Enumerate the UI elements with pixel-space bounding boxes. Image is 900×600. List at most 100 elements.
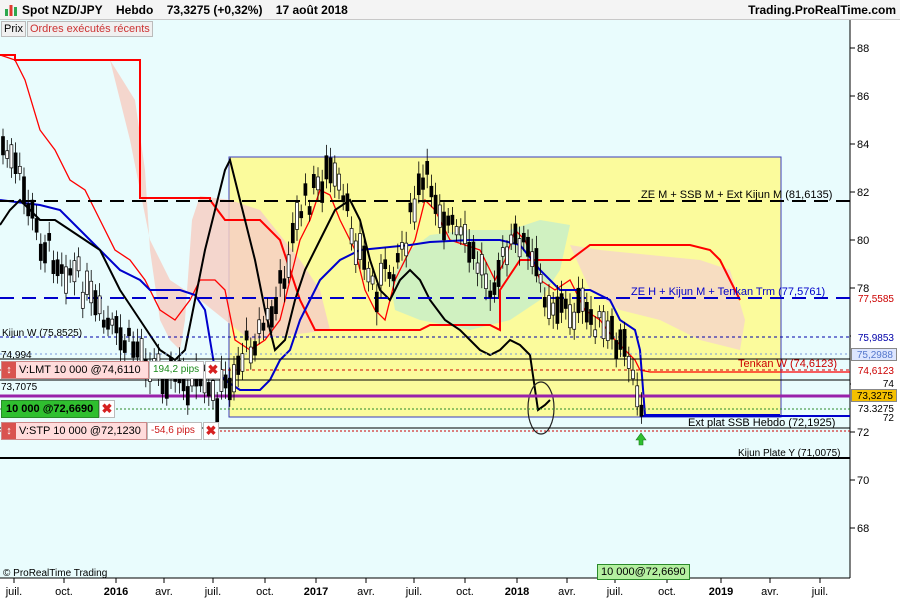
candle-body (211, 380, 215, 401)
candle-body (185, 386, 190, 406)
candle-body (358, 233, 362, 260)
candle-body (223, 374, 228, 389)
candle-body (30, 199, 35, 219)
title-bar: Spot NZD/JPY Hebdo 73,3275 (+0,32%) 17 a… (0, 0, 900, 20)
y-tick-label: 84 (857, 139, 869, 151)
candle-body (605, 320, 610, 341)
candle-body (236, 355, 241, 375)
candle-body (614, 340, 619, 359)
candle-body (547, 295, 551, 319)
candle-body (568, 304, 572, 329)
candle-body (593, 329, 598, 337)
candle-body (526, 236, 530, 257)
candle-body (534, 248, 539, 277)
candle-body (22, 176, 26, 205)
chart-app-icon (5, 5, 17, 16)
candle-body (433, 194, 438, 214)
candle-body (631, 369, 635, 380)
close-position-close-icon[interactable]: ✖ (99, 400, 115, 418)
candle-body (164, 377, 169, 399)
candle-body (47, 233, 52, 241)
candle-body (257, 319, 262, 334)
candle-body (408, 202, 413, 213)
order-drag-icon[interactable]: ↕ (2, 423, 16, 439)
candle-body (505, 246, 509, 266)
candle-body (278, 270, 283, 284)
candle-body (601, 311, 606, 340)
candle-body (286, 254, 291, 278)
candle-body (412, 198, 417, 223)
candle-body (337, 173, 341, 191)
candle-body (299, 211, 304, 219)
candle-body (1, 136, 5, 156)
x-tick-label: avr. (558, 586, 576, 598)
candle-body (559, 293, 564, 313)
candle-body (311, 174, 316, 188)
candle-body (215, 398, 220, 423)
x-tick-label: 2016 (104, 586, 128, 598)
candle-body (59, 264, 64, 274)
level-74994-label: 74,994 (1, 350, 32, 361)
limit-order[interactable]: ↕ V:LMT 10 000 @74,6110 (1, 361, 149, 379)
candle-body (387, 271, 392, 279)
candle-body (572, 311, 577, 330)
chart-title: Spot NZD/JPY Hebdo 73,3275 (+0,32%) 17 a… (22, 3, 348, 17)
price-tag: 75,9853 (851, 332, 897, 345)
candle-body (206, 382, 211, 397)
candle-body (391, 274, 396, 282)
candle-body (589, 309, 593, 325)
cancel-stop-close-icon[interactable]: ✖ (203, 422, 219, 440)
x-tick-label: avr. (357, 586, 375, 598)
price-chart[interactable]: 8886848280787674727068 juil.oct.2016avr.… (0, 20, 900, 600)
candle-body (97, 295, 102, 315)
level-737075-label: 73,7075 (1, 382, 38, 393)
ze-h-label: ZE H + Kijun M + Tenkan Trm (77,5761) (631, 286, 825, 298)
cancel-limit-close-icon[interactable]: ✖ (205, 361, 221, 379)
x-tick-label: juil. (811, 586, 829, 598)
candle-body (55, 259, 60, 277)
y-tick-label: 88 (857, 43, 869, 55)
x-tick-label: juil. (5, 586, 23, 598)
candle-body (500, 247, 505, 257)
candle-body (395, 253, 400, 263)
candle-body (26, 203, 31, 217)
candle-body (374, 291, 379, 313)
candle-body (366, 267, 371, 283)
order-drag-icon[interactable]: ↕ (2, 362, 16, 378)
x-tick-label: avr. (155, 586, 173, 598)
candle-body (488, 290, 493, 298)
candle-body (265, 308, 270, 321)
limit-pips: 194,2 pips (149, 361, 204, 379)
candle-body (442, 211, 446, 241)
x-tick-label: juil. (606, 586, 624, 598)
candle-body (404, 242, 409, 257)
stop-order[interactable]: ↕ V:STP 10 000 @72,1230 (1, 422, 147, 440)
price-tag: 74,6123 (851, 365, 897, 378)
candle-body (34, 218, 39, 233)
candle-body (555, 296, 560, 324)
candle-body (240, 353, 245, 372)
candle-body (622, 328, 627, 357)
position-marker: 10 000@72,6690 (597, 564, 690, 580)
tab-prix[interactable]: Prix (1, 21, 26, 37)
candle-body (479, 254, 484, 276)
y-tick-label: 80 (857, 235, 869, 247)
tab-ordres[interactable]: Ordres exécutés récents (26, 21, 153, 37)
candle-body (580, 287, 585, 312)
candle-body (269, 306, 274, 328)
candle-body (13, 152, 18, 174)
ze-m-label: ZE M + SSB M + Ext Kijun M (81,6135) (641, 189, 832, 201)
candle-body (379, 262, 383, 286)
candle-body (463, 224, 467, 245)
candle-body (345, 193, 350, 212)
candle-body (244, 330, 249, 341)
y-tick-label: 86 (857, 91, 869, 103)
copyright: © ProRealTime Trading (3, 568, 108, 579)
position-label[interactable]: 10 000 @72,6690 (1, 400, 99, 418)
candle-body (93, 290, 98, 316)
candle-body (295, 202, 299, 230)
candle-body (383, 259, 388, 270)
chart-tabs: Prix Ordres exécutés récents (1, 21, 154, 37)
candle-body (509, 234, 514, 245)
candle-body (421, 177, 425, 190)
